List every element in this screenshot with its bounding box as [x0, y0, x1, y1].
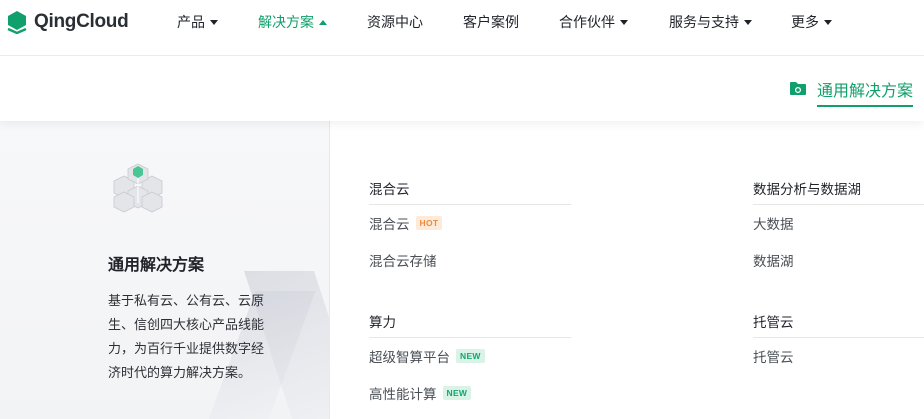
group-heading: 托管云	[753, 315, 794, 330]
brand-logo[interactable]: QingCloud	[6, 9, 129, 35]
link-super-intelligent-computing[interactable]: 超级智算平台 NEW	[369, 346, 485, 366]
link-hybrid-cloud-storage[interactable]: 混合云存储	[369, 250, 437, 270]
solutions-subheader: 通用解决方案	[0, 57, 924, 121]
group-heading: 混合云	[369, 182, 410, 197]
tab-general-solutions[interactable]: 通用解决方案	[789, 75, 914, 107]
nav-item-partners[interactable]: 合作伙伴	[559, 12, 628, 32]
link-label: 高性能计算	[369, 387, 437, 402]
top-navigation: QingCloud 产品 解决方案 资源中心 客户案例 合作伙伴 服务与支持 更…	[0, 0, 924, 56]
link-label: 托管云	[753, 350, 794, 365]
nav-item-label: 合作伙伴	[559, 14, 615, 30]
link-hybrid-cloud[interactable]: 混合云 HOT	[369, 213, 443, 233]
link-label: 超级智算平台	[369, 350, 450, 365]
link-big-data[interactable]: 大数据	[753, 213, 794, 233]
link-label: 大数据	[753, 217, 794, 232]
caret-down-icon	[744, 19, 752, 25]
solutions-column-2: 数据分析与数据湖 大数据 数据湖 托管云 托管云	[753, 121, 924, 419]
panel-title: 通用解决方案	[108, 257, 205, 274]
nav-item-support[interactable]: 服务与支持	[669, 12, 752, 32]
brand-name: QingCloud	[34, 11, 129, 32]
hot-badge: HOT	[415, 216, 443, 230]
link-high-performance-computing[interactable]: 高性能计算 NEW	[369, 383, 472, 403]
nav-item-label: 产品	[177, 14, 205, 30]
qingcloud-logo-icon	[6, 10, 28, 35]
divider	[369, 204, 571, 205]
nav-item-label: 更多	[791, 14, 819, 30]
nav-item-resources[interactable]: 资源中心	[367, 12, 423, 32]
nav-item-products[interactable]: 产品	[177, 12, 218, 32]
link-managed-cloud[interactable]: 托管云	[753, 346, 794, 366]
link-label: 混合云存储	[369, 254, 437, 269]
divider	[753, 337, 924, 338]
nav-item-label: 服务与支持	[669, 14, 739, 30]
divider	[369, 337, 571, 338]
nav-item-solutions[interactable]: 解决方案	[258, 12, 327, 32]
folder-icon	[789, 81, 807, 101]
caret-up-icon	[319, 19, 327, 25]
nav-item-label: 解决方案	[258, 14, 314, 30]
link-data-lake[interactable]: 数据湖	[753, 250, 794, 270]
caret-down-icon	[210, 19, 218, 25]
link-label: 混合云	[369, 217, 410, 232]
tab-label: 通用解决方案	[817, 77, 914, 107]
caret-down-icon	[620, 19, 628, 25]
group-heading: 数据分析与数据湖	[753, 182, 861, 197]
panel-description: 基于私有云、公有云、云原生、信创四大核心产品线能力，为百行千业提供数字经济时代的…	[108, 293, 265, 380]
solutions-column-1: 混合云 混合云 HOT 混合云存储 算力 超级智算平台 NEW 高性能计算 NE…	[369, 121, 571, 419]
link-label: 数据湖	[753, 254, 794, 269]
nav-item-label: 资源中心	[367, 14, 423, 30]
nav-item-label: 客户案例	[463, 14, 519, 30]
group-heading: 算力	[369, 315, 396, 330]
cube-cluster-icon	[110, 159, 166, 217]
new-badge: NEW	[442, 386, 472, 400]
caret-down-icon	[824, 19, 832, 25]
divider	[753, 204, 924, 205]
nav-item-cases[interactable]: 客户案例	[463, 12, 519, 32]
nav-item-more[interactable]: 更多	[791, 12, 832, 32]
solution-intro-panel: 通用解决方案 基于私有云、公有云、云原生、信创四大核心产品线能力，为百行千业提供…	[0, 121, 330, 419]
new-badge: NEW	[456, 349, 485, 363]
